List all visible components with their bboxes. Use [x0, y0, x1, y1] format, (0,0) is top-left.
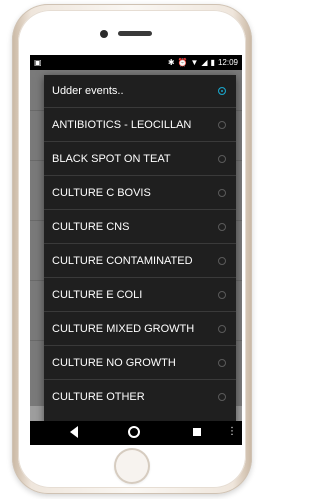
option-label: CULTURE MIXED GROWTH [52, 323, 195, 335]
earpiece-speaker [118, 31, 152, 36]
option-label: CULTURE CONTAMINATED [52, 255, 193, 267]
radio-icon[interactable] [218, 121, 226, 129]
option-item[interactable]: CULTURE C BOVIS [44, 177, 236, 210]
radio-icon[interactable] [218, 359, 226, 367]
radio-icon[interactable] [218, 189, 226, 197]
back-icon[interactable] [70, 426, 78, 438]
battery-icon: ▮ [210, 58, 215, 67]
option-label: CULTURE CNS [52, 221, 130, 233]
option-label: BLACK SPOT ON TEAT [52, 153, 171, 165]
signal-icon: ◢ [201, 58, 208, 67]
android-nav-bar: ⋮ [30, 421, 242, 445]
home-circle-icon[interactable] [128, 426, 140, 438]
radio-icon[interactable] [218, 291, 226, 299]
option-label: CULTURE OTHER [52, 391, 145, 403]
option-item[interactable]: CULTURE NO GROWTH [44, 347, 236, 380]
status-icons: ✱ ⏰ ▼ ◢ ▮ 12:09 [168, 55, 238, 70]
radio-selected-icon[interactable] [218, 87, 226, 95]
option-item[interactable]: CULTURE MIXED GROWTH [44, 313, 236, 346]
notification-icon: ▣ [34, 58, 42, 67]
radio-icon[interactable] [218, 393, 226, 401]
dialog-title-option[interactable]: Udder events.. [44, 75, 236, 108]
overflow-menu-icon[interactable]: ⋮ [227, 425, 237, 439]
recent-apps-icon[interactable] [193, 428, 201, 436]
option-item[interactable]: CULTURE CNS [44, 211, 236, 244]
option-label: CULTURE E COLI [52, 289, 143, 301]
option-label: ANTIBIOTICS - LEOCILLAN [52, 119, 192, 131]
phone-screen: ▣ ✱ ⏰ ▼ ◢ ▮ 12:09 Udder events.. ANTIBIO… [30, 55, 242, 445]
status-bar: ▣ ✱ ⏰ ▼ ◢ ▮ 12:09 [30, 55, 242, 70]
home-button[interactable] [114, 448, 150, 484]
status-time: 12:09 [217, 58, 238, 67]
radio-icon[interactable] [218, 325, 226, 333]
front-camera [100, 30, 108, 38]
radio-icon[interactable] [218, 257, 226, 265]
option-item[interactable]: ANTIBIOTICS - LEOCILLAN [44, 109, 236, 142]
option-item[interactable]: CULTURE OTHER [44, 381, 236, 414]
alarm-icon: ⏰ [177, 58, 188, 67]
option-item[interactable]: CULTURE CONTAMINATED [44, 245, 236, 278]
bluetooth-icon: ✱ [167, 58, 175, 67]
dialog-title: Udder events.. [52, 85, 124, 97]
option-label: CULTURE NO GROWTH [52, 357, 176, 369]
option-item[interactable]: BLACK SPOT ON TEAT [44, 143, 236, 176]
option-item[interactable]: CULTURE E COLI [44, 279, 236, 312]
option-label: CULTURE C BOVIS [52, 187, 151, 199]
radio-icon[interactable] [218, 155, 226, 163]
radio-icon[interactable] [218, 223, 226, 231]
udder-events-dialog: Udder events.. ANTIBIOTICS - LEOCILLAN B… [44, 75, 236, 432]
wifi-icon: ▼ [190, 58, 199, 67]
